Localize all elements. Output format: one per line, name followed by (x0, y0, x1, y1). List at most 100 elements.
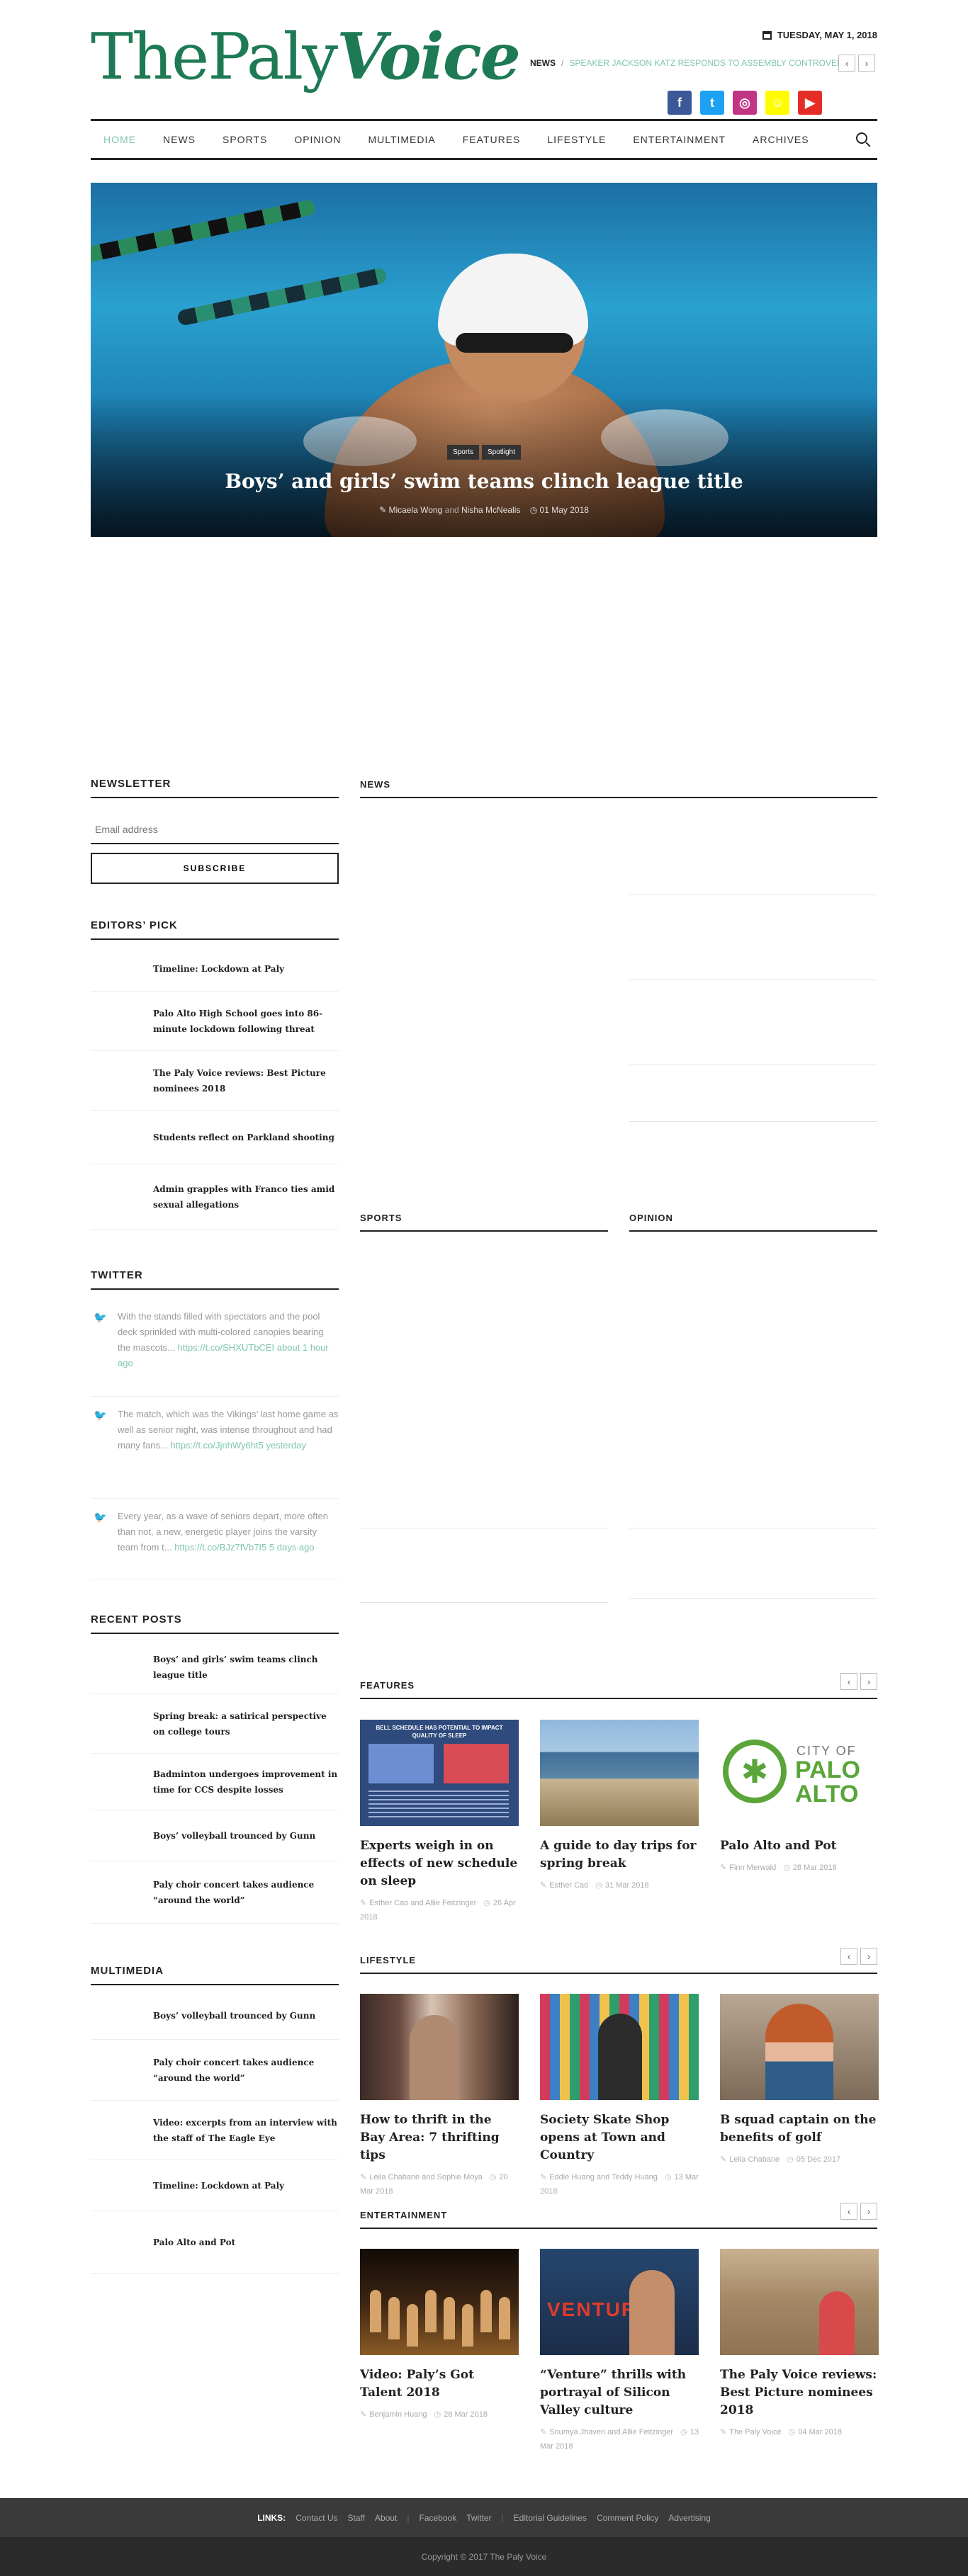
article-authors[interactable]: The Paly Voice (729, 2428, 781, 2436)
footer-link-about[interactable]: About (375, 2513, 397, 2523)
list-item[interactable]: The Paly Voice reviews: Best Picture nom… (91, 1051, 339, 1111)
nav-item-news[interactable]: NEWS (163, 134, 196, 145)
hero-author-1[interactable]: Micaela Wong (388, 505, 442, 515)
article-authors[interactable]: Benjamin Huang (369, 2410, 427, 2419)
footer-link-editorial-guidelines[interactable]: Editorial Guidelines (514, 2513, 587, 2523)
article-authors[interactable]: Finn Merwald (729, 1863, 776, 1872)
divider (629, 1598, 877, 1599)
list-item[interactable]: Palo Alto and Pot (91, 2211, 339, 2274)
list-item[interactable]: Timeline: Lockdown at Paly (91, 946, 339, 992)
nav-item-lifestyle[interactable]: LIFESTYLE (547, 134, 606, 145)
list-item[interactable]: Timeline: Lockdown at Paly (91, 2160, 339, 2211)
nav-item-multimedia[interactable]: MULTIMEDIA (368, 134, 435, 145)
article-title[interactable]: B squad captain on the benefits of golf (720, 2111, 879, 2147)
ticker-prev-button[interactable]: ‹ (838, 55, 855, 72)
list-item[interactable]: Spring break: a satirical perspective on… (91, 1694, 339, 1754)
tag-spotlight[interactable]: Spotlight (481, 445, 521, 460)
article-card[interactable]: Video: Paly’s Got Talent 2018 ✎ Benjamin H… (360, 2249, 519, 2422)
article-card[interactable]: ✱ CITY OF PALO ALTO Palo Alto and Pot ✎ Finn M… (720, 1720, 879, 1875)
nav-item-entertainment[interactable]: ENTERTAINMENT (633, 134, 726, 145)
hero-feature[interactable]: Sports Spotlight Boys’ and girls’ swim t… (91, 183, 877, 537)
features-prev-button[interactable]: ‹ (840, 1673, 857, 1690)
article-card[interactable]: B squad captain on the benefits of golf ✎… (720, 1994, 879, 2167)
hero-title[interactable]: Boys’ and girls’ swim teams clinch leagu… (91, 470, 877, 493)
nav-item-home[interactable]: HOME (103, 134, 136, 145)
article-authors[interactable]: Soumya Jhaveri and Allie Feitzinger (549, 2428, 673, 2436)
hero-author-2[interactable]: Nisha McNealis (461, 505, 520, 515)
list-item[interactable]: Video: excerpts from an interview with t… (91, 2101, 339, 2160)
list-item[interactable]: Badminton undergoes improvement in time … (91, 1754, 339, 1810)
snapchat-icon[interactable]: ☺ (765, 91, 789, 115)
article-authors[interactable]: Leila Chabane and Sophie Moya (369, 2173, 483, 2181)
article-title[interactable]: “Venture” thrills with portrayal of Sili… (540, 2366, 699, 2419)
nav-item-sports[interactable]: SPORTS (223, 134, 267, 145)
subscribe-button[interactable]: SUBSCRIBE (91, 853, 339, 884)
article-thumbnail[interactable] (540, 1994, 699, 2100)
list-item[interactable]: Boys’ volleyball trounced by Gunn (91, 1992, 339, 2040)
footer-link-staff[interactable]: Staff (348, 2513, 365, 2523)
list-item[interactable]: Paly choir concert takes audience “aroun… (91, 2040, 339, 2101)
features-next-button[interactable]: › (860, 1673, 877, 1690)
article-card[interactable]: A guide to day trips for spring break ✎ Es… (540, 1720, 699, 1893)
article-card[interactable]: How to thrift in the Bay Area: 7 thrifti… (360, 1994, 519, 2198)
article-thumbnail[interactable]: BELL SCHEDULE HAS POTENTIAL TO IMPACT QU… (360, 1720, 519, 1826)
article-title[interactable]: Video: Paly’s Got Talent 2018 (360, 2366, 519, 2402)
footer-link-comment-policy[interactable]: Comment Policy (597, 2513, 658, 2523)
entertainment-prev-button[interactable]: ‹ (840, 2203, 857, 2220)
site-logo[interactable]: ThePalyVoice (91, 21, 521, 93)
article-title[interactable]: Society Skate Shop opens at Town and Cou… (540, 2111, 699, 2164)
article-card[interactable]: The Paly Voice reviews: Best Picture nom… (720, 2249, 879, 2439)
article-card[interactable]: BELL SCHEDULE HAS POTENTIAL TO IMPACT QU… (360, 1720, 519, 1924)
list-item[interactable]: Boys’ volleyball trounced by Gunn (91, 1810, 339, 1861)
article-authors[interactable]: Esther Cao and Allie Feitzinger (369, 1899, 476, 1907)
article-thumbnail[interactable]: ✱ CITY OF PALO ALTO (720, 1720, 879, 1826)
article-authors[interactable]: Leila Chabane (729, 2155, 780, 2164)
footer-link-contact-us[interactable]: Contact Us (296, 2513, 337, 2523)
ticker-headline-link[interactable]: SPEAKER JACKSON KATZ RESPONDS TO ASSEMBL… (569, 58, 854, 68)
article-thumbnail[interactable]: VENTURE (540, 2249, 699, 2355)
tweet-time[interactable]: yesterday (266, 1440, 305, 1451)
list-item-title: Badminton undergoes improvement in time … (153, 1769, 338, 1795)
article-authors[interactable]: Esther Cao (549, 1881, 588, 1890)
list-item[interactable]: Students reflect on Parkland shooting (91, 1111, 339, 1164)
list-item[interactable]: Admin grapples with Franco ties amid sex… (91, 1164, 339, 1230)
tweet-time[interactable]: 5 days ago (269, 1542, 315, 1553)
tweet-link[interactable]: https://t.co/SHXUTbCEI (178, 1342, 275, 1353)
entertainment-next-button[interactable]: › (860, 2203, 877, 2220)
footer-link-advertising[interactable]: Advertising (668, 2513, 710, 2523)
list-item[interactable]: Palo Alto High School goes into 86-minut… (91, 992, 339, 1051)
tweet-link[interactable]: https://t.co/BJz7fVb7I5 (174, 1542, 266, 1553)
article-title[interactable]: How to thrift in the Bay Area: 7 thrifti… (360, 2111, 519, 2164)
article-thumbnail[interactable] (720, 1994, 879, 2100)
search-icon[interactable] (856, 132, 867, 144)
twitter-icon[interactable]: t (700, 91, 724, 115)
lifestyle-prev-button[interactable]: ‹ (840, 1948, 857, 1965)
article-title[interactable]: A guide to day trips for spring break (540, 1837, 699, 1873)
article-thumbnail[interactable] (360, 2249, 519, 2355)
newsletter-email-input[interactable] (91, 816, 339, 844)
article-title[interactable]: The Paly Voice reviews: Best Picture nom… (720, 2366, 879, 2419)
instagram-icon[interactable]: ◎ (733, 91, 757, 115)
article-thumbnail[interactable] (360, 1994, 519, 2100)
nav-item-features[interactable]: FEATURES (463, 134, 521, 145)
article-title[interactable]: Palo Alto and Pot (720, 1837, 879, 1855)
article-thumbnail[interactable] (720, 2249, 879, 2355)
list-item[interactable]: Paly choir concert takes audience “aroun… (91, 1861, 339, 1924)
nav-item-opinion[interactable]: OPINION (294, 134, 341, 145)
article-card[interactable]: VENTURE “Venture” thrills with portrayal … (540, 2249, 699, 2453)
article-title[interactable]: Experts weigh in on effects of new sched… (360, 1837, 519, 1890)
thumb-panel-graphic (444, 1744, 509, 1783)
nav-item-archives[interactable]: ARCHIVES (753, 134, 809, 145)
article-thumbnail[interactable] (540, 1720, 699, 1826)
lifestyle-next-button[interactable]: › (860, 1948, 877, 1965)
article-card[interactable]: Society Skate Shop opens at Town and Cou… (540, 1994, 699, 2198)
ticker-next-button[interactable]: › (858, 55, 875, 72)
footer-link-facebook[interactable]: Facebook (420, 2513, 457, 2523)
footer-link-twitter[interactable]: Twitter (466, 2513, 491, 2523)
youtube-icon[interactable]: ▶ (798, 91, 822, 115)
tag-sports[interactable]: Sports (447, 445, 479, 460)
facebook-icon[interactable]: f (668, 91, 692, 115)
list-item[interactable]: Boys’ and girls’ swim teams clinch leagu… (91, 1640, 339, 1694)
article-authors[interactable]: Eddie Huang and Teddy Huang (549, 2173, 658, 2181)
tweet-link[interactable]: https://t.co/JjnhWy6ht5 (170, 1440, 263, 1451)
